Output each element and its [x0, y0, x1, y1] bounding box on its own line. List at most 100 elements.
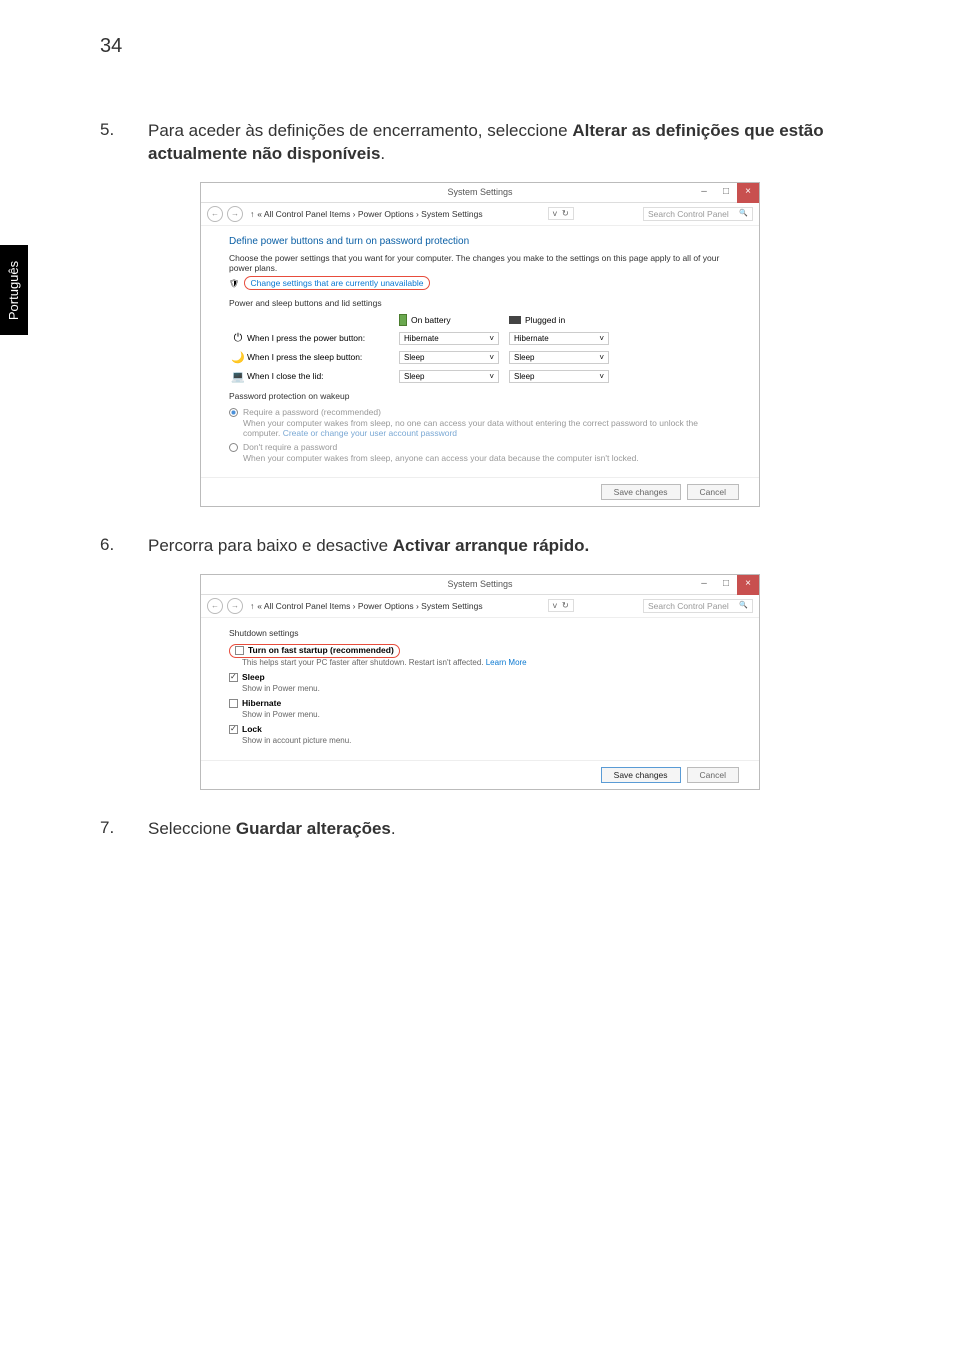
save-changes-button[interactable]: Save changes	[601, 767, 681, 783]
maximize-button[interactable]: □	[715, 183, 737, 203]
power-battery-select[interactable]: Hibernate˅	[399, 332, 499, 345]
create-password-link[interactable]: Create or change your user account passw…	[283, 428, 457, 438]
checkbox-checked[interactable]	[229, 725, 238, 734]
text-prefix: Para aceder às definições de encerrament…	[148, 121, 572, 140]
lock-checkbox[interactable]: Lock	[229, 724, 731, 734]
sleep-description: Show in Power menu.	[242, 684, 731, 693]
description-text: Choose the power settings that you want …	[229, 253, 731, 273]
step-text: Percorra para baixo e desactive Activar …	[148, 535, 894, 558]
row-label: When I press the sleep button:	[247, 352, 399, 362]
highlighted-link-wrap: 🛡 Change settings that are currently una…	[229, 276, 731, 290]
address-bar: ← → ↑ « All Control Panel Items › Power …	[201, 203, 759, 226]
power-plugged-select[interactable]: Hibernate˅	[509, 332, 609, 345]
search-input[interactable]: Search Control Panel🔍	[643, 207, 753, 221]
radio-selected[interactable]	[229, 408, 238, 417]
sleep-icon: 🌙	[229, 351, 247, 364]
fast-startup-description: This helps start your PC faster after sh…	[242, 658, 731, 667]
up-button[interactable]: ↑	[250, 209, 254, 219]
up-button[interactable]: ↑	[250, 601, 254, 611]
search-input[interactable]: Search Control Panel🔍	[643, 599, 753, 613]
step-6: 6. Percorra para baixo e desactive Activ…	[100, 535, 894, 558]
panel-body: Define power buttons and turn on passwor…	[201, 226, 759, 477]
column-headers: On battery Plugged in	[229, 314, 731, 326]
save-changes-button[interactable]: Save changes	[601, 484, 681, 500]
plug-icon	[509, 316, 521, 324]
address-bar: ← → ↑ « All Control Panel Items › Power …	[201, 595, 759, 618]
close-button[interactable]: ×	[737, 575, 759, 595]
require-password-option: Require a password (recommended) When yo…	[229, 407, 731, 438]
text-bold: Guardar alterações	[236, 819, 391, 838]
breadcrumb[interactable]: « All Control Panel Items › Power Option…	[257, 209, 482, 219]
refresh-button[interactable]: v ↻	[548, 599, 574, 612]
text-prefix: Percorra para baixo e desactive	[148, 536, 393, 555]
radio-label: Require a password (recommended)	[243, 407, 731, 417]
radio-description: When your computer wakes from sleep, no …	[243, 418, 731, 438]
section-label: Power and sleep buttons and lid settings	[229, 298, 731, 308]
window-titlebar: System Settings – □ ×	[201, 575, 759, 595]
button-row: Save changes Cancel	[201, 477, 759, 506]
step-text: Seleccione Guardar alterações.	[148, 818, 894, 841]
lid-battery-select[interactable]: Sleep˅	[399, 370, 499, 383]
button-row: Save changes Cancel	[201, 760, 759, 789]
screenshot-system-settings-1: System Settings – □ × ← → ↑ « All Contro…	[200, 182, 760, 507]
checkbox-unchecked[interactable]	[229, 699, 238, 708]
page-content: 5. Para aceder às definições de encerram…	[100, 120, 894, 857]
radio-unselected[interactable]	[229, 443, 238, 452]
checkbox-unchecked[interactable]	[235, 646, 244, 655]
radio-label: Don't require a password	[243, 442, 639, 452]
checkbox-checked[interactable]	[229, 673, 238, 682]
screenshot-system-settings-2: System Settings – □ × ← → ↑ « All Contro…	[200, 574, 760, 790]
refresh-button[interactable]: v ↻	[548, 207, 574, 220]
lid-plugged-select[interactable]: Sleep˅	[509, 370, 609, 383]
window-title: System Settings	[201, 183, 759, 197]
highlighted-fast-startup: Turn on fast startup (recommended)	[229, 644, 400, 658]
close-button[interactable]: ×	[737, 183, 759, 203]
text-period: .	[380, 144, 385, 163]
language-label: Português	[7, 260, 22, 319]
page-number: 34	[100, 35, 122, 58]
sleep-button-row: 🌙 When I press the sleep button: Sleep˅ …	[229, 351, 731, 364]
text-period: .	[391, 819, 396, 838]
sleep-checkbox[interactable]: Sleep	[229, 672, 731, 682]
step-text: Para aceder às definições de encerrament…	[148, 120, 894, 166]
page-title: Define power buttons and turn on passwor…	[229, 236, 731, 247]
window-title: System Settings	[201, 575, 759, 589]
maximize-button[interactable]: □	[715, 575, 737, 595]
step-number: 7.	[100, 818, 148, 841]
change-settings-link[interactable]: Change settings that are currently unava…	[244, 276, 431, 290]
dont-require-password-option: Don't require a password When your compu…	[229, 442, 731, 463]
cancel-button[interactable]: Cancel	[687, 484, 739, 500]
checkbox-label: Turn on fast startup (recommended)	[248, 645, 394, 655]
window-titlebar: System Settings – □ ×	[201, 183, 759, 203]
plugged-in-header: Plugged in	[509, 315, 619, 325]
on-battery-header: On battery	[399, 314, 509, 326]
forward-button[interactable]: →	[227, 206, 243, 222]
forward-button[interactable]: →	[227, 598, 243, 614]
cancel-button[interactable]: Cancel	[687, 767, 739, 783]
lock-description: Show in account picture menu.	[242, 736, 731, 745]
fast-startup-checkbox[interactable]: Turn on fast startup (recommended)	[235, 645, 394, 655]
shutdown-options: Turn on fast startup (recommended) This …	[229, 644, 731, 745]
battery-icon	[399, 314, 407, 326]
row-label: When I press the power button:	[247, 333, 399, 343]
hibernate-checkbox[interactable]: Hibernate	[229, 698, 731, 708]
step-7: 7. Seleccione Guardar alterações.	[100, 818, 894, 841]
back-button[interactable]: ←	[207, 598, 223, 614]
breadcrumb[interactable]: « All Control Panel Items › Power Option…	[257, 601, 482, 611]
language-tab: Português	[0, 245, 28, 335]
back-button[interactable]: ←	[207, 206, 223, 222]
power-icon: ⏻	[229, 332, 247, 345]
minimize-button[interactable]: –	[693, 183, 715, 203]
radio-description: When your computer wakes from sleep, any…	[243, 453, 639, 463]
learn-more-link[interactable]: Learn More	[486, 658, 527, 667]
sleep-plugged-select[interactable]: Sleep˅	[509, 351, 609, 364]
checkbox-label: Lock	[242, 724, 262, 734]
window-buttons: – □ ×	[693, 575, 759, 595]
text-prefix: Seleccione	[148, 819, 236, 838]
power-button-row: ⏻ When I press the power button: Hiberna…	[229, 332, 731, 345]
panel-body: Shutdown settings Turn on fast startup (…	[201, 618, 759, 760]
shutdown-section-label: Shutdown settings	[229, 628, 731, 638]
minimize-button[interactable]: –	[693, 575, 715, 595]
sleep-battery-select[interactable]: Sleep˅	[399, 351, 499, 364]
step-number: 6.	[100, 535, 148, 558]
